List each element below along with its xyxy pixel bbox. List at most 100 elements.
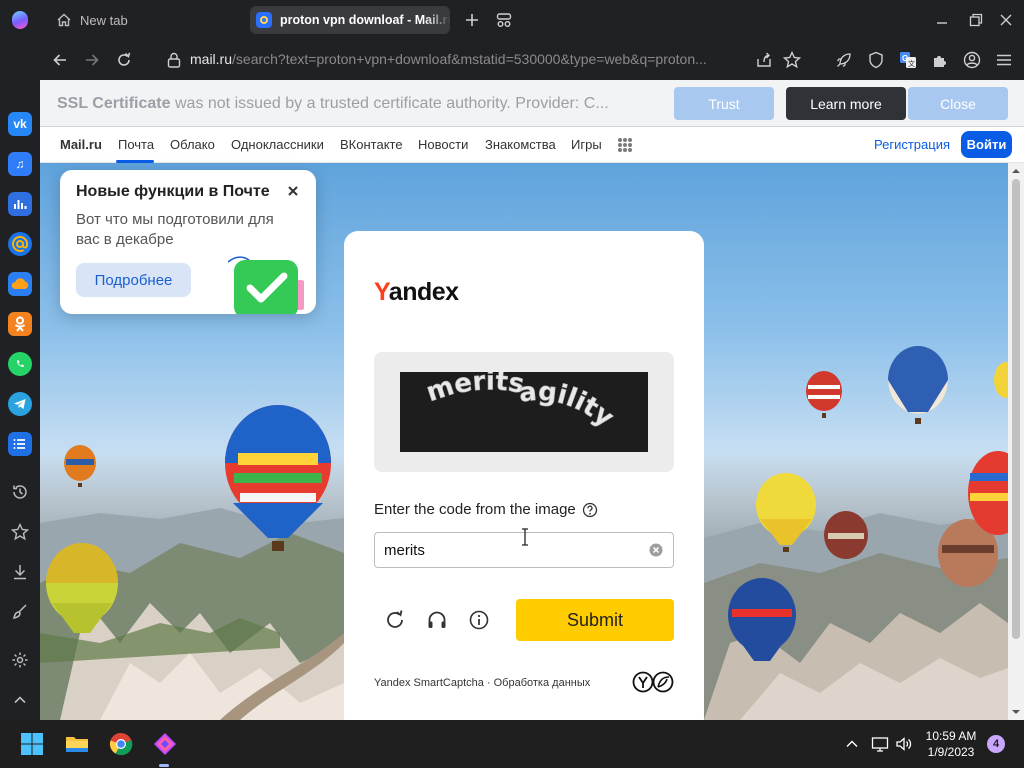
music-icon[interactable]: ♫ bbox=[8, 152, 32, 176]
close-window-icon[interactable] bbox=[996, 10, 1016, 30]
settings-gear-icon[interactable] bbox=[10, 650, 30, 670]
learn-more-button[interactable]: Learn more bbox=[786, 87, 906, 120]
nav-item-mail[interactable]: Почта bbox=[118, 137, 154, 152]
restore-icon[interactable] bbox=[966, 10, 986, 30]
captcha-image: merits agility bbox=[400, 372, 648, 452]
clock-time: 10:59 AM bbox=[925, 729, 977, 743]
menu-icon[interactable] bbox=[994, 50, 1014, 70]
captcha-word-1: merits bbox=[423, 372, 527, 408]
url-field[interactable]: mail.ru/search?text=proton+vpn+downloaf&… bbox=[190, 51, 750, 69]
translate-icon[interactable]: G 文 bbox=[898, 50, 918, 70]
mail-at-icon[interactable] bbox=[8, 232, 32, 256]
tab-label: New tab bbox=[80, 12, 128, 28]
tray-chevron-up-icon[interactable] bbox=[842, 734, 862, 754]
audio-captcha-headphones-icon[interactable] bbox=[426, 609, 448, 631]
browser-sidebar: vk ♫ bbox=[0, 80, 40, 720]
nav-item-dating[interactable]: Знакомства bbox=[485, 137, 556, 152]
home-icon bbox=[57, 13, 71, 27]
captcha-word-2: agility bbox=[518, 377, 620, 433]
vk-icon[interactable]: vk bbox=[8, 112, 32, 136]
login-button[interactable]: Войти bbox=[961, 131, 1012, 158]
shield-icon[interactable] bbox=[866, 50, 886, 70]
captcha-footer-text[interactable]: Yandex SmartCaptcha · Обработка данных bbox=[374, 677, 590, 689]
yandex-logo: Yandex bbox=[374, 278, 459, 307]
active-app-indicator bbox=[159, 764, 169, 767]
rocket-icon[interactable] bbox=[834, 50, 854, 70]
tab-label: proton vpn downloaf - Mail.ru bbox=[280, 13, 450, 27]
nav-item-games[interactable]: Игры bbox=[571, 137, 602, 152]
collapse-chevron-up-icon[interactable] bbox=[10, 690, 30, 710]
nav-item-news[interactable]: Новости bbox=[418, 137, 468, 152]
info-icon[interactable] bbox=[468, 609, 490, 631]
title-bar: New tab proton vpn downloaf - Mail.ru bbox=[0, 0, 1024, 40]
list-icon[interactable] bbox=[8, 432, 32, 456]
network-icon[interactable] bbox=[870, 734, 890, 754]
mail-favicon-icon bbox=[256, 12, 272, 28]
back-icon[interactable] bbox=[50, 50, 70, 70]
address-bar: mail.ru/search?text=proton+vpn+downloaf&… bbox=[40, 40, 1024, 80]
bookmark-star-icon[interactable] bbox=[782, 50, 802, 70]
windows-taskbar: 10:59 AM 1/9/2023 4 bbox=[0, 720, 1024, 768]
windows-start-icon[interactable] bbox=[20, 732, 44, 756]
refresh-captcha-icon[interactable] bbox=[384, 609, 406, 631]
nav-item-cloud[interactable]: Облако bbox=[170, 137, 215, 152]
extensions-puzzle-icon[interactable] bbox=[930, 50, 950, 70]
scroll-down-arrow-icon[interactable] bbox=[1011, 707, 1021, 717]
lock-icon[interactable] bbox=[166, 51, 182, 69]
scrollbar-thumb[interactable] bbox=[1012, 179, 1020, 639]
minimize-icon[interactable] bbox=[932, 10, 952, 30]
brush-icon[interactable] bbox=[10, 602, 30, 622]
apps-grid-icon[interactable] bbox=[618, 138, 632, 152]
odnoklassniki-icon[interactable] bbox=[8, 312, 32, 336]
clear-input-icon[interactable] bbox=[649, 543, 663, 557]
notification-badge[interactable]: 4 bbox=[987, 735, 1005, 753]
reload-icon[interactable] bbox=[114, 50, 134, 70]
help-question-icon[interactable] bbox=[582, 502, 598, 518]
text-cursor-icon bbox=[522, 528, 528, 546]
submit-button[interactable]: Submit bbox=[516, 599, 674, 641]
popup-body: Вот что мы подготовили для вас в декабре bbox=[76, 211, 274, 248]
url-path: /search?text=proton+vpn+downloaf&mstatid… bbox=[232, 51, 707, 67]
stats-icon[interactable] bbox=[8, 192, 32, 216]
cloud-icon[interactable] bbox=[8, 272, 32, 296]
share-icon[interactable] bbox=[754, 50, 774, 70]
new-features-popup: Новые функции в Почте Вот что мы подгото… bbox=[60, 170, 316, 314]
popup-more-button[interactable]: Подробнее bbox=[76, 263, 191, 297]
browser-taskbar-icon[interactable] bbox=[153, 732, 177, 756]
favorites-star-icon[interactable] bbox=[10, 522, 30, 542]
scroll-up-arrow-icon[interactable] bbox=[1011, 166, 1021, 176]
new-tab-plus-icon[interactable] bbox=[462, 10, 482, 30]
file-explorer-icon[interactable] bbox=[65, 732, 89, 756]
ssl-message: SSL Certificate was not issued by a trus… bbox=[57, 95, 657, 113]
captcha-image-frame: merits agility bbox=[374, 352, 674, 472]
popup-close-icon[interactable] bbox=[286, 184, 300, 198]
chrome-icon[interactable] bbox=[109, 732, 133, 756]
popup-title: Новые функции в Почте bbox=[76, 183, 270, 200]
mailru-brand-link[interactable]: Mail.ru bbox=[60, 137, 102, 152]
forward-icon[interactable] bbox=[82, 50, 102, 70]
trust-button[interactable]: Trust bbox=[674, 87, 774, 120]
whatsapp-icon[interactable] bbox=[8, 352, 32, 376]
downloads-icon[interactable] bbox=[10, 562, 30, 582]
page-scrollbar[interactable] bbox=[1008, 163, 1024, 720]
checkmark-illustration-icon bbox=[228, 256, 304, 314]
browser-logo-icon bbox=[12, 11, 28, 29]
captcha-label-text: Enter the code from the image bbox=[374, 501, 576, 518]
ssl-detail: was not issued by a trusted certificate … bbox=[174, 95, 609, 112]
taskbar-clock[interactable]: 10:59 AM 1/9/2023 bbox=[918, 728, 984, 760]
page-viewport: SSL Certificate was not issued by a trus… bbox=[40, 80, 1024, 720]
nav-item-vkontakte[interactable]: ВКонтакте bbox=[340, 137, 403, 152]
tab-mail-search[interactable]: proton vpn downloaf - Mail.ru bbox=[250, 6, 450, 34]
tab-new-tab[interactable]: New tab bbox=[48, 6, 238, 34]
close-banner-button[interactable]: Close bbox=[908, 87, 1008, 120]
nav-item-odnoklassniki[interactable]: Одноклассники bbox=[231, 137, 324, 152]
yandex-logo-initial: Y bbox=[374, 278, 389, 306]
history-icon[interactable] bbox=[10, 482, 30, 502]
tab-manager-icon[interactable] bbox=[494, 10, 514, 30]
profile-icon[interactable] bbox=[962, 50, 982, 70]
url-host: mail.ru bbox=[190, 51, 233, 67]
ssl-title: SSL Certificate bbox=[57, 95, 171, 112]
register-link[interactable]: Регистрация bbox=[874, 137, 950, 152]
telegram-icon[interactable] bbox=[8, 392, 32, 416]
volume-icon[interactable] bbox=[894, 734, 914, 754]
